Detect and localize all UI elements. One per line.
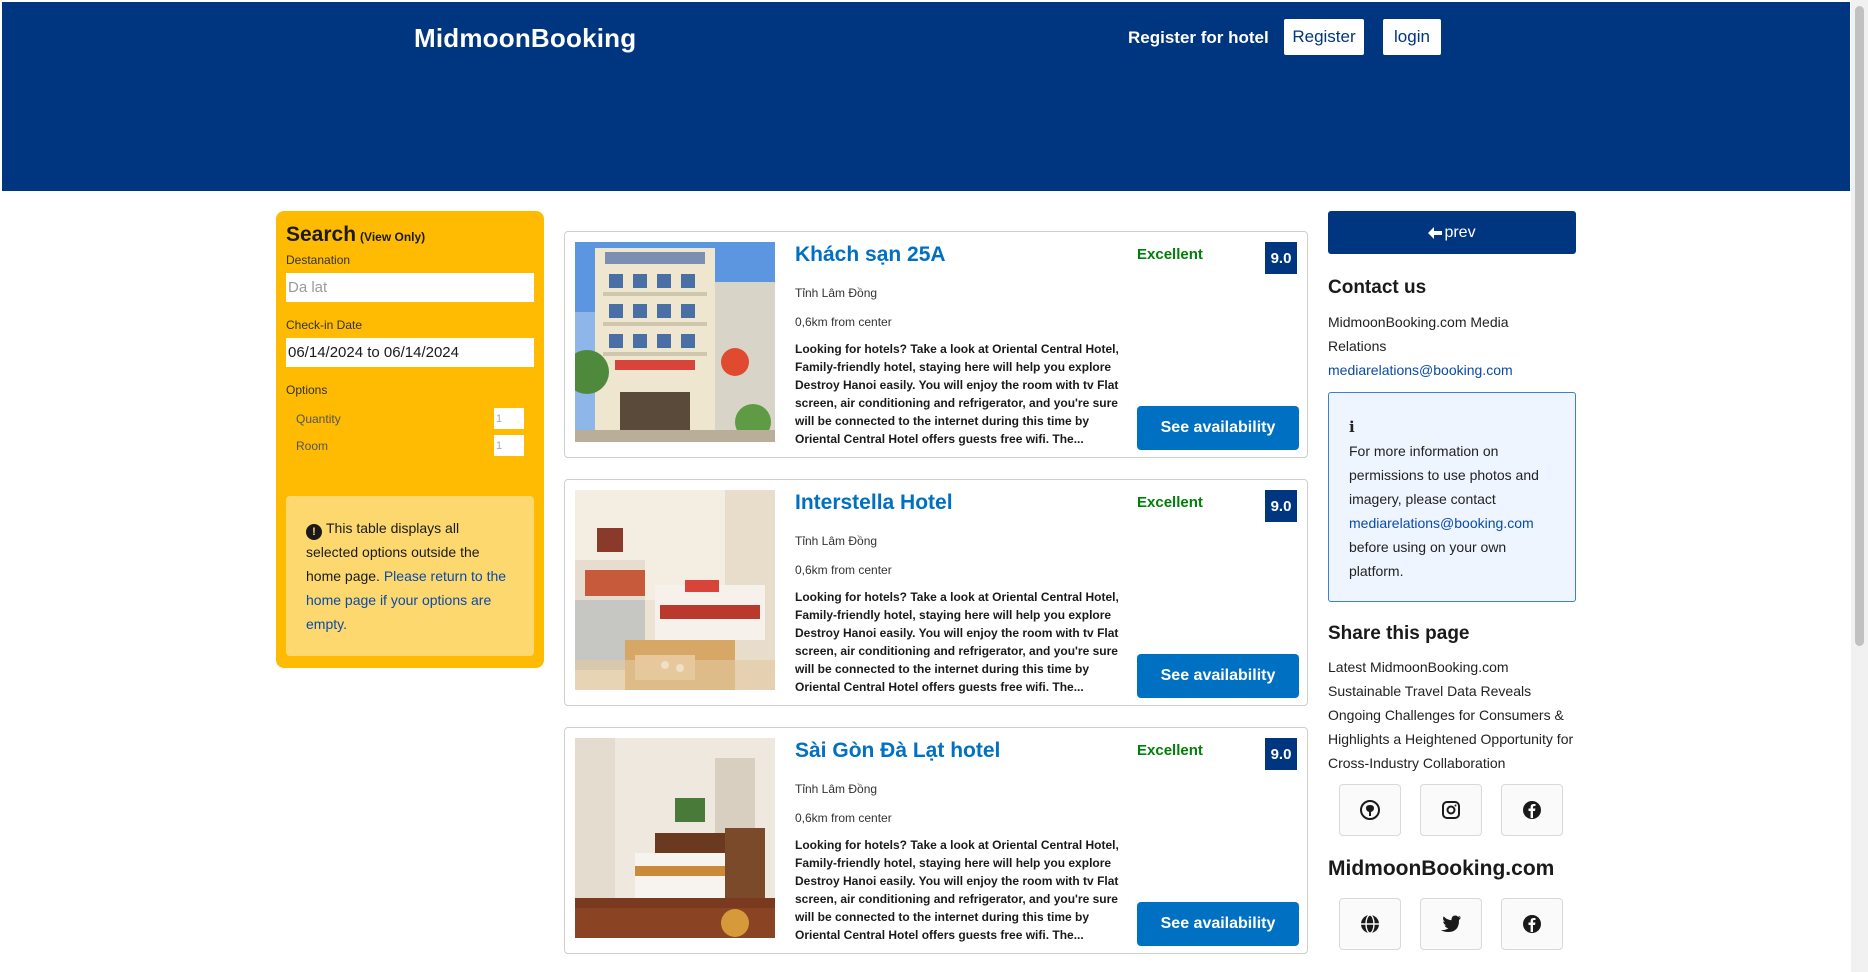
github-button[interactable] [1339, 784, 1401, 836]
room-input[interactable]: 1 [494, 435, 524, 456]
contact-email-link[interactable]: mediarelations@booking.com [1328, 358, 1548, 382]
register-for-hotel-link[interactable]: Register for hotel [1128, 28, 1269, 48]
instagram-icon [1442, 801, 1460, 819]
contact-title: Contact us [1328, 277, 1427, 298]
hotel-description: Looking for hotels? Take a look at Orien… [795, 838, 1119, 942]
hotel-name-link[interactable]: Khách sạn 25A [795, 243, 946, 267]
globe-icon [1361, 914, 1379, 934]
hotel-image[interactable] [575, 242, 775, 442]
prev-label: prev [1444, 223, 1476, 241]
hotel-card: Sài Gòn Đà Lạt hotel Tỉnh Lâm Đồng 0,6km… [564, 727, 1308, 954]
options-note: ! This table displays all selected option… [286, 496, 534, 656]
share-title: Share this page [1328, 623, 1470, 644]
hotel-rating-text: Excellent [1137, 246, 1203, 263]
hotel-image[interactable] [575, 490, 775, 690]
share-text: Latest MidmoonBooking.com Sustainable Tr… [1328, 659, 1574, 771]
footer-brand: MidmoonBooking.com [1328, 857, 1555, 880]
github-icon [1360, 800, 1380, 820]
arrow-left-icon [1428, 226, 1443, 239]
instagram-button[interactable] [1420, 784, 1482, 836]
view-only-label: (View Only) [360, 230, 426, 244]
hotel-description: Looking for hotels? Take a look at Orien… [795, 590, 1119, 694]
see-availability-button[interactable]: See availability [1137, 406, 1299, 450]
hotel-distance: 0,6km from center [795, 315, 892, 329]
checkin-date-input[interactable]: 06/14/2024 to 06/14/2024 [286, 338, 534, 367]
quantity-row: Quantity 1 [286, 408, 534, 429]
exclamation-icon: ! [306, 524, 322, 540]
destination-label: Destanation [286, 253, 351, 267]
twitter-button[interactable] [1420, 898, 1482, 950]
info-icon: i [1349, 418, 1355, 436]
facebook-button[interactable] [1501, 898, 1563, 950]
contact-text: MidmoonBooking.com Media Relations [1328, 314, 1509, 354]
page-scrollbar[interactable] [1851, 0, 1868, 972]
info-email-link[interactable]: mediarelations@booking.com [1349, 515, 1534, 531]
brand-logo[interactable]: MidmoonBooking [414, 23, 636, 54]
room-row: Room 1 [286, 435, 534, 456]
hotel-name-link[interactable]: Interstella Hotel [795, 491, 953, 515]
hotel-image[interactable] [575, 738, 775, 938]
hotel-distance: 0,6km from center [795, 811, 892, 825]
website-button[interactable] [1339, 898, 1401, 950]
hotel-name-link[interactable]: Sài Gòn Đà Lạt hotel [795, 739, 1000, 763]
hotel-description: Looking for hotels? Take a look at Orien… [795, 342, 1119, 446]
hotel-rating-text: Excellent [1137, 742, 1203, 759]
hotel-rating-text: Excellent [1137, 494, 1203, 511]
room-label: Room [296, 438, 329, 453]
twitter-icon [1441, 915, 1461, 932]
info-text-end: before using on your own platform. [1349, 539, 1507, 579]
header: MidmoonBooking Register for hotel Regist… [2, 2, 1850, 191]
see-availability-button[interactable]: See availability [1137, 902, 1299, 946]
hotel-distance: 0,6km from center [795, 563, 892, 577]
hotel-region: Tỉnh Lâm Đồng [795, 286, 878, 300]
hotel-region: Tỉnh Lâm Đồng [795, 782, 878, 796]
quantity-input[interactable]: 1 [494, 408, 524, 429]
hotel-card: Interstella Hotel Tỉnh Lâm Đồng 0,6km fr… [564, 479, 1308, 706]
scrollbar-thumb[interactable] [1855, 6, 1864, 646]
checkin-label: Check-in Date [286, 318, 363, 332]
hotel-score-badge: 9.0 [1265, 738, 1297, 770]
hotel-score-badge: 9.0 [1265, 242, 1297, 274]
search-title: Search (View Only) [286, 223, 534, 247]
hotel-card: Khách sạn 25A Tỉnh Lâm Đồng 0,6km from c… [564, 231, 1308, 458]
search-panel: Search (View Only) Destanation Da lat Che… [276, 211, 544, 668]
info-box: i For more information on permissions to… [1328, 392, 1576, 602]
hotel-region: Tỉnh Lâm Đồng [795, 534, 878, 548]
search-title-text: Search [286, 223, 357, 246]
login-button[interactable]: login [1383, 19, 1441, 55]
info-text: For more information on permissions to u… [1349, 443, 1539, 507]
contact-block: MidmoonBooking.com Media Relations media… [1328, 310, 1548, 382]
see-availability-button[interactable]: See availability [1137, 654, 1299, 698]
facebook-button[interactable] [1501, 784, 1563, 836]
hotel-score-badge: 9.0 [1265, 490, 1297, 522]
register-button[interactable]: Register [1284, 19, 1364, 55]
facebook-icon [1523, 801, 1541, 819]
quantity-label: Quantity [296, 411, 341, 426]
facebook-icon [1523, 915, 1541, 933]
destination-input[interactable]: Da lat [286, 273, 534, 302]
options-label: Options [286, 383, 328, 397]
prev-button[interactable]: prev [1328, 211, 1576, 254]
